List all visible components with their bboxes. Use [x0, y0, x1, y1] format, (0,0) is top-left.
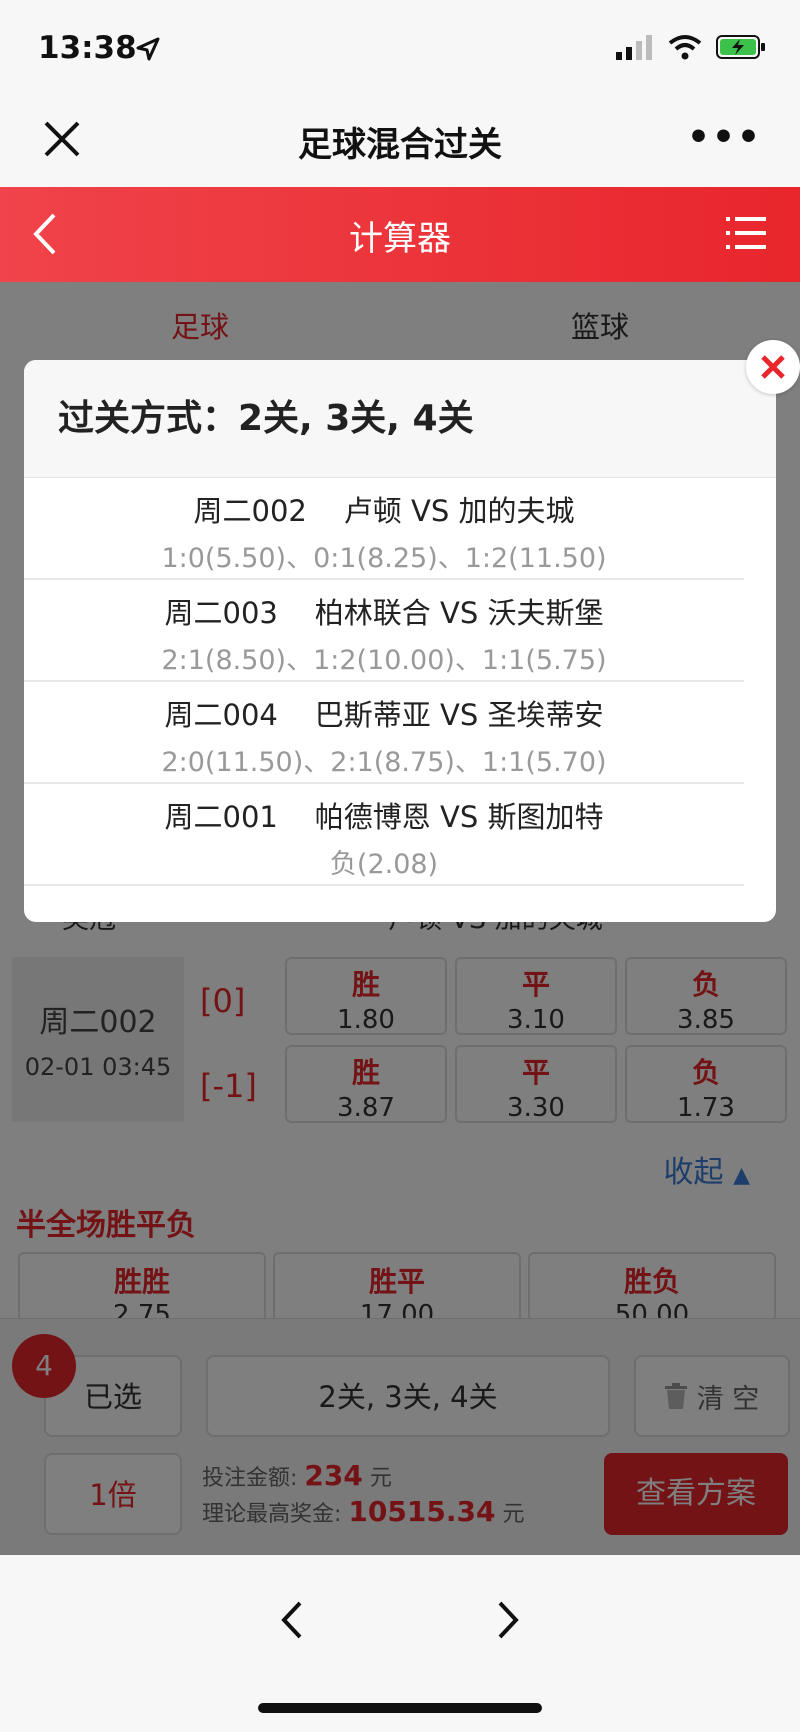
list-item: 周二004 巴斯蒂亚 VS 圣埃蒂安 2:0(11.50)、2:1(8.75)、… [24, 682, 744, 784]
pick-options: 负(2.08) [329, 849, 439, 880]
pick-match: 周二002 卢顿 VS 加的夫城 [193, 494, 575, 528]
wechat-header: 足球混合过关 ••• [0, 95, 800, 187]
status-icons [616, 34, 766, 60]
battery-charging-icon [716, 35, 765, 59]
location-arrow-icon [136, 37, 160, 61]
close-icon[interactable] [746, 340, 800, 394]
signal-icon [616, 35, 652, 60]
list-item: 周二001 帕德博恩 VS 斯图加特 负(2.08) [24, 784, 744, 886]
pick-match: 周二001 帕德博恩 VS 斯图加特 [164, 800, 604, 834]
more-icon[interactable]: ••• [687, 117, 762, 158]
home-indicator [258, 1703, 542, 1713]
forward-arrow-icon[interactable] [488, 1595, 528, 1645]
pick-options: 1:0(5.50)、0:1(8.25)、1:2(11.50) [161, 543, 607, 574]
page-title: 足球混合过关 [298, 125, 502, 165]
wifi-icon [668, 35, 702, 60]
status-time: 13:38 [38, 30, 137, 66]
browser-nav [0, 1555, 800, 1732]
list-item: 周二002 卢顿 VS 加的夫城 1:0(5.50)、0:1(8.25)、1:2… [24, 478, 744, 580]
calculator-title: 计算器 [349, 219, 451, 259]
list-menu-icon[interactable] [726, 215, 766, 251]
calculator-header: 计算器 [0, 187, 800, 282]
pick-match: 周二004 巴斯蒂亚 VS 圣埃蒂安 [164, 698, 604, 732]
list-item: 周二003 柏林联合 VS 沃夫斯堡 2:1(8.50)、1:2(10.00)、… [24, 580, 744, 682]
pick-options: 2:0(11.50)、2:1(8.75)、1:1(5.70) [161, 747, 607, 778]
pass-type-modal: 过关方式：2关, 3关, 4关 周二002 卢顿 VS 加的夫城 1:0(5.5… [24, 360, 776, 922]
pick-match: 周二003 柏林联合 VS 沃夫斯堡 [164, 596, 604, 630]
modal-title: 过关方式：2关, 3关, 4关 [24, 360, 776, 478]
pick-options: 2:1(8.50)、1:2(10.00)、1:1(5.75) [161, 645, 607, 676]
back-arrow-icon[interactable] [272, 1595, 312, 1645]
status-bar: 13:38 [0, 0, 800, 95]
